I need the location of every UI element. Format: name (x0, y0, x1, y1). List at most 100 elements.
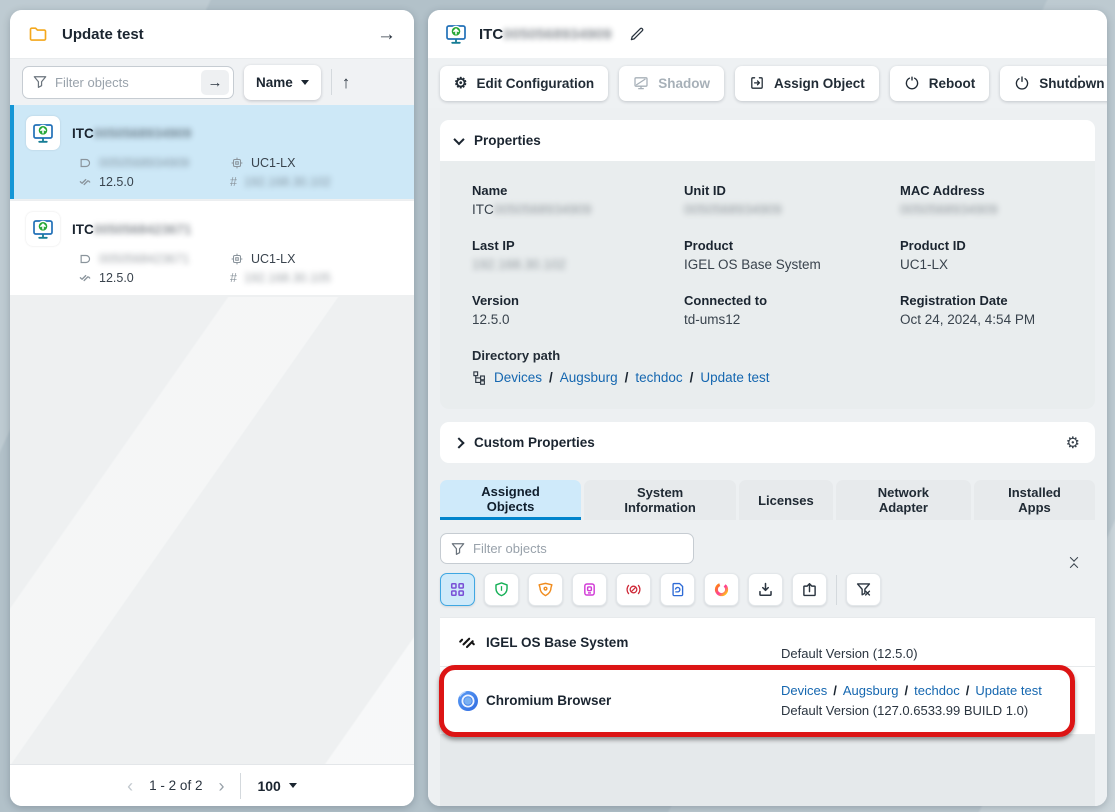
device-meta: 0050568934909 UC1-LX 12.5.0 #192.168.30.… (78, 156, 402, 189)
breadcrumb-separator: / (690, 370, 694, 385)
edit-configuration-button[interactable]: ⚙ Edit Configuration (440, 66, 608, 101)
assigned-object-row[interactable]: IGEL OS Base System Default Version (12.… (440, 617, 1095, 667)
divider (331, 69, 332, 95)
custom-properties-gear-icon[interactable]: ⚙ (1066, 433, 1080, 453)
sidebar-header: Update test → (10, 10, 414, 58)
power-icon (1014, 75, 1030, 91)
directory-path-field: Directory path Devices / Augsburg / tech… (472, 348, 1071, 385)
tab-licenses[interactable]: Licenses (739, 480, 833, 520)
igel-version-icon (78, 175, 92, 189)
breadcrumb-link[interactable]: Augsburg (560, 370, 618, 385)
sort-direction-up-icon[interactable]: ↑ (342, 74, 351, 91)
tag-icon (78, 156, 92, 170)
product-id-cell: UC1-LX (230, 156, 402, 170)
sort-field-label: Name (256, 75, 293, 90)
ip-cell: #192.168.30.102 (230, 175, 402, 189)
product-id-cell: UC1-LX (230, 252, 402, 266)
gear-icon: ⚙ (454, 74, 467, 92)
property-field: NameITC0050568934909 (472, 183, 684, 217)
reboot-button[interactable]: Reboot (890, 66, 990, 101)
device-list-item[interactable]: ITC0050568934909 0050568934909 UC1-LX 12… (10, 105, 414, 201)
properties-section-header[interactable]: Properties (440, 120, 1095, 161)
tab-system-information[interactable]: System Information (584, 480, 736, 520)
filter-submit-arrow-icon[interactable]: → (201, 70, 229, 95)
more-actions-kebab-icon[interactable]: ⋮ (1071, 72, 1087, 92)
device-status-icon (26, 116, 60, 150)
properties-section: Properties NameITC0050568934909 Unit ID0… (440, 120, 1095, 409)
page-previous-icon[interactable]: ‹ (127, 777, 133, 795)
shadow-button[interactable]: Shadow (619, 66, 724, 101)
breadcrumb-separator: / (625, 370, 629, 385)
sidebar-filter-field[interactable]: → (22, 66, 234, 99)
assigned-object-name: Chromium Browser (486, 693, 781, 708)
shield-orange-icon[interactable] (528, 573, 563, 606)
expand-panel-arrow-icon[interactable]: → (377, 25, 396, 44)
rename-pencil-icon[interactable] (629, 26, 645, 42)
redacted-text: 0050568934909 (900, 202, 998, 217)
breadcrumb-link[interactable]: techdoc (914, 683, 960, 698)
caret-down-icon (289, 783, 297, 788)
unit-id-cell: 0050568423671 (78, 252, 230, 266)
collapse-section-icon[interactable] (1071, 556, 1077, 569)
device-badge-icon[interactable] (572, 573, 607, 606)
page-size-value: 100 (257, 778, 280, 794)
breadcrumb-link[interactable]: Augsburg (843, 683, 899, 698)
chromium-icon (456, 689, 486, 713)
device-title: ITC0050568934909 (479, 26, 612, 43)
version-cell: 12.5.0 (78, 271, 230, 285)
device-status-icon (444, 22, 468, 46)
property-field: ProductIGEL OS Base System (684, 238, 900, 272)
tab-assigned-objects[interactable]: Assigned Objects (440, 480, 581, 520)
divider (836, 575, 837, 605)
filter-clear-icon[interactable] (846, 573, 881, 606)
breadcrumb-separator: / (833, 683, 837, 698)
download-icon[interactable] (748, 573, 783, 606)
directory-path-label: Directory path (472, 348, 1071, 363)
unit-id-cell: 0050568934909 (78, 156, 230, 170)
folder-icon (28, 24, 48, 44)
property-field: Last IP192.168.30.102 (472, 238, 684, 272)
assign-object-button[interactable]: Assign Object (735, 66, 879, 101)
assigned-object-details: Default Version (12.5.0) (781, 618, 1079, 666)
shadow-monitor-icon (633, 75, 649, 91)
tab-installed-apps[interactable]: Installed Apps (974, 480, 1095, 520)
device-list-item[interactable]: ITC0050568423671 0050568423671 UC1-LX 12… (10, 201, 414, 297)
redacted-text: 192.168.30.102 (472, 257, 566, 272)
detail-header: ITC0050568934909 (428, 10, 1107, 58)
assigned-filter-input[interactable] (473, 541, 689, 556)
assigned-object-details: Devices / Augsburg / techdoc / Update te… (781, 667, 1079, 734)
page-size-selector[interactable]: 100 (257, 778, 296, 794)
shutdown-button[interactable]: Shutdown (1000, 66, 1107, 101)
grid-icon[interactable] (440, 573, 475, 606)
page-next-icon[interactable]: › (218, 777, 224, 795)
assign-box-icon (749, 75, 765, 91)
custom-properties-section-header[interactable]: Custom Properties ⚙ (440, 422, 1095, 463)
property-field: Connected totd-ums12 (684, 293, 900, 327)
import-icon[interactable] (792, 573, 827, 606)
breadcrumb: Devices / Augsburg / techdoc / Update te… (781, 683, 1079, 698)
redacted-text: 0050568934909 (684, 202, 782, 217)
property-field: MAC Address0050568934909 (900, 183, 1071, 217)
assigned-objects-toolbar (440, 520, 1095, 606)
funnel-icon (33, 75, 47, 89)
breadcrumb-link[interactable]: Devices (494, 370, 542, 385)
assigned-filter-field[interactable] (440, 533, 694, 564)
igel-logo-icon (456, 631, 486, 653)
breadcrumb-link[interactable]: Devices (781, 683, 827, 698)
breadcrumb-link[interactable]: techdoc (635, 370, 682, 385)
shield-green-icon[interactable] (484, 573, 519, 606)
divider (240, 773, 241, 799)
breadcrumb-link[interactable]: Update test (700, 370, 769, 385)
assigned-object-name: IGEL OS Base System (486, 635, 781, 650)
tab-network-adapter[interactable]: Network Adapter (836, 480, 971, 520)
sidebar-filter-input[interactable] (55, 75, 193, 90)
assigned-object-version: Default Version (12.5.0) (781, 646, 1079, 661)
document-icon[interactable] (660, 573, 695, 606)
breadcrumb-separator: / (966, 683, 970, 698)
breadcrumb-link[interactable]: Update test (975, 683, 1042, 698)
sort-field-button[interactable]: Name (244, 65, 321, 100)
assigned-object-row-highlighted[interactable]: Chromium Browser Devices / Augsburg / te… (440, 667, 1095, 735)
igel-version-icon (78, 271, 92, 285)
swirl-icon[interactable] (704, 573, 739, 606)
circle-slash-icon[interactable] (616, 573, 651, 606)
